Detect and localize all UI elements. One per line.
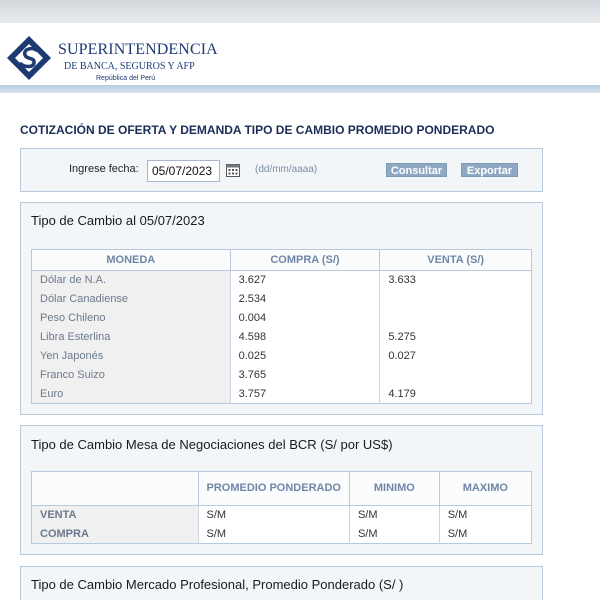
- minimo-value: S/M: [349, 524, 440, 544]
- venta-value: 0.027: [388, 350, 416, 362]
- bcr-table: PROMEDIO PONDERADO MINIMO MAXIMO VENTA S…: [31, 471, 532, 544]
- table-row: Dólar de N.A. 3.627 3.633: [31, 270, 532, 290]
- compra-value: 3.757: [230, 384, 381, 404]
- exchange-rate-panel: Tipo de Cambio al 05/07/2023 MONEDA COMP…: [20, 202, 543, 415]
- table-header-row: MONEDA COMPRA (S/) VENTA (S/): [31, 249, 532, 271]
- column-header-minimo: MINIMO: [349, 471, 440, 506]
- brand-country: República del Perú: [96, 75, 156, 82]
- search-panel: Ingrese fecha: (dd/mm/aaaa) Consultar Ex…: [20, 148, 543, 192]
- compra-value: 4.598: [230, 327, 381, 347]
- exchange-rate-table: MONEDA COMPRA (S/) VENTA (S/) Dólar de N…: [31, 249, 532, 404]
- compra-value: 3.627: [230, 270, 381, 290]
- venta-value: [380, 366, 532, 385]
- bcr-panel: Tipo de Cambio Mesa de Negociaciones del…: [20, 425, 543, 555]
- compra-value: 2.534: [230, 289, 381, 309]
- consultar-button[interactable]: Consultar: [386, 163, 447, 177]
- column-header-venta: VENTA (S/): [379, 249, 532, 271]
- currency-name: Libra Esterlina: [31, 327, 231, 347]
- bcr-title: Tipo de Cambio Mesa de Negociaciones del…: [31, 437, 393, 452]
- column-header-blank: [31, 471, 199, 506]
- table-header-row: PROMEDIO PONDERADO MINIMO MAXIMO: [31, 471, 532, 506]
- exchange-rate-title: Tipo de Cambio al 05/07/2023: [31, 213, 205, 228]
- sbs-logo-icon: [7, 36, 51, 80]
- venta-value: [380, 309, 532, 328]
- compra-value: 0.004: [230, 308, 381, 328]
- professional-market-title: Tipo de Cambio Mercado Profesional, Prom…: [31, 577, 404, 592]
- page-title: COTIZACIÓN DE OFERTA Y DEMANDA TIPO DE C…: [20, 123, 495, 137]
- venta-value: 3.633: [388, 274, 416, 287]
- currency-name: Franco Suizo: [31, 365, 231, 385]
- maximo-value: S/M: [447, 527, 468, 540]
- maximo-value: S/M: [447, 509, 468, 522]
- currency-name: Euro: [31, 384, 231, 404]
- site-header: SUPERINTENDENCIA DE BANCA, SEGUROS Y AFP…: [0, 23, 600, 85]
- currency-name: Yen Japonés: [31, 346, 231, 366]
- brand-name: SUPERINTENDENCIA: [58, 41, 218, 58]
- brand-subtitle: DE BANCA, SEGUROS Y AFP: [64, 61, 195, 72]
- table-row: Yen Japonés 0.025 0.027: [31, 346, 532, 366]
- date-label: Ingrese fecha:: [69, 163, 139, 175]
- table-row: COMPRA S/M S/M S/M: [31, 524, 532, 544]
- table-row: Dólar Canadiense 2.534: [31, 289, 532, 309]
- table-row: Libra Esterlina 4.598 5.275: [31, 327, 532, 347]
- exportar-button[interactable]: Exportar: [461, 163, 518, 177]
- row-label-venta: VENTA: [31, 505, 199, 525]
- column-header-maximo: MAXIMO: [439, 471, 532, 506]
- compra-value: 3.765: [230, 365, 381, 385]
- row-label-compra: COMPRA: [31, 524, 199, 544]
- venta-value: [380, 290, 532, 309]
- table-row: Peso Chileno 0.004: [31, 308, 532, 328]
- promedio-value: S/M: [198, 505, 350, 525]
- venta-value: 4.179: [388, 387, 416, 400]
- currency-name: Peso Chileno: [31, 308, 231, 328]
- column-header-promedio: PROMEDIO PONDERADO: [198, 471, 350, 506]
- date-format-hint: (dd/mm/aaaa): [255, 164, 318, 175]
- compra-value: 0.025: [230, 346, 381, 366]
- table-row: Franco Suizo 3.765: [31, 365, 532, 385]
- header-band: [0, 85, 600, 93]
- table-row: Euro 3.757 4.179: [31, 384, 532, 404]
- minimo-value: S/M: [349, 505, 440, 525]
- professional-market-panel: Tipo de Cambio Mercado Profesional, Prom…: [20, 566, 543, 600]
- venta-value: 5.275: [388, 331, 416, 343]
- column-header-moneda: MONEDA: [31, 249, 231, 271]
- promedio-value: S/M: [198, 524, 350, 544]
- date-input[interactable]: [147, 160, 220, 182]
- table-row: VENTA S/M S/M S/M: [31, 505, 532, 525]
- column-header-compra: COMPRA (S/): [230, 249, 381, 271]
- currency-name: Dólar Canadiense: [31, 289, 231, 309]
- sbs-logo[interactable]: SUPERINTENDENCIA DE BANCA, SEGUROS Y AFP…: [6, 35, 218, 85]
- top-strip: [0, 0, 600, 23]
- currency-name: Dólar de N.A.: [31, 270, 231, 290]
- calendar-icon[interactable]: [226, 163, 240, 177]
